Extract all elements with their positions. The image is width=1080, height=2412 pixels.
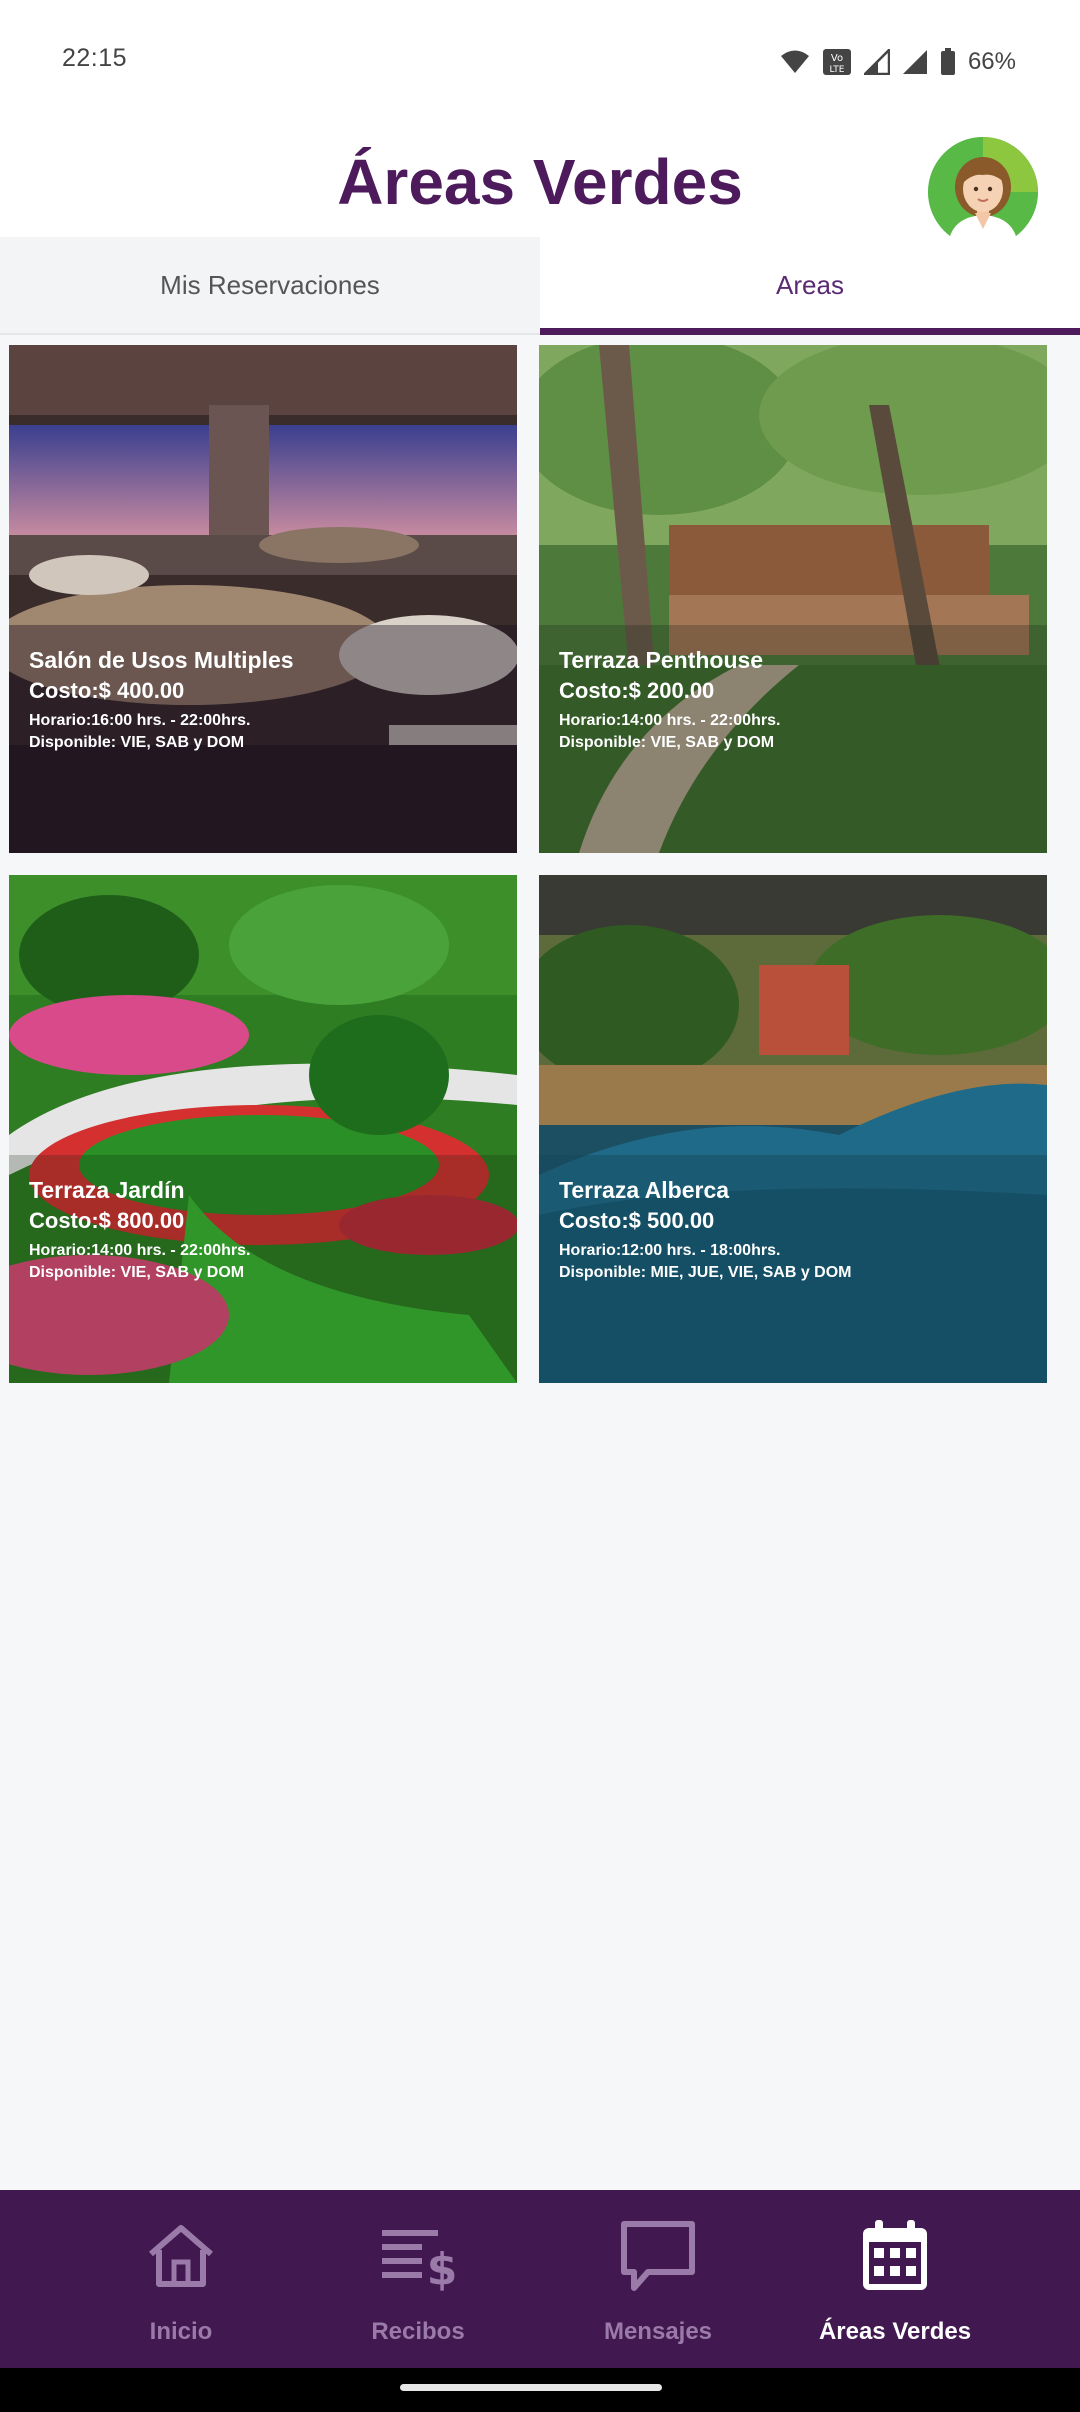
status-icons: Vo LTE 66% <box>780 44 1016 80</box>
area-name: Terraza Jardín <box>29 1177 185 1203</box>
area-cost: Costo:$ 800.00 <box>29 1208 185 1233</box>
receipts-icon: $ <box>382 2230 458 2295</box>
system-navigation-bar <box>0 2368 1080 2412</box>
svg-text:Vo: Vo <box>831 53 843 64</box>
battery-icon <box>940 48 955 75</box>
area-days: Disponible: VIE, SAB y DOM <box>29 1264 245 1281</box>
area-name: Terraza Alberca <box>559 1177 730 1203</box>
volte-icon: Vo LTE <box>822 49 851 75</box>
wifi-icon <box>780 50 809 73</box>
area-days: Disponible: VIE, SAB y DOM <box>559 734 775 751</box>
tab-areas[interactable]: Areas <box>540 237 1080 335</box>
area-hours: Horario:12:00 hrs. - 18:00hrs. <box>559 1242 781 1259</box>
home-gesture-bar[interactable] <box>400 2384 662 2391</box>
nav-label: Áreas Verdes <box>818 2318 972 2345</box>
signal-icon <box>902 50 927 74</box>
tab-mis-reservaciones[interactable]: Mis Reservaciones <box>0 237 540 333</box>
card-info: Terraza Jardín Costo:$ 800.00 Horario:14… <box>29 1177 250 1284</box>
calendar-icon <box>863 2220 927 2290</box>
tab-bar: Mis Reservaciones Areas <box>0 237 1080 335</box>
status-bar: 22:15 Vo LTE 66% <box>0 0 1080 125</box>
nav-label: Inicio <box>149 2318 213 2345</box>
bottom-nav: Inicio $ Recibos Mensajes Áreas Verdes <box>0 2190 1080 2368</box>
area-card-salon[interactable]: Salón de Usos Multiples Costo:$ 400.00 H… <box>9 345 517 853</box>
tab-indicator <box>540 328 1080 335</box>
area-card-penthouse[interactable]: Terraza Penthouse Costo:$ 200.00 Horario… <box>539 345 1047 853</box>
nav-item-recibos[interactable]: $ Recibos <box>298 2190 538 2368</box>
nav-item-areas-verdes[interactable]: Áreas Verdes <box>775 2190 1015 2368</box>
user-avatar-icon[interactable] <box>928 137 1038 247</box>
area-hours: Horario:14:00 hrs. - 22:00hrs. <box>29 1242 251 1259</box>
area-hours: Horario:14:00 hrs. - 22:00hrs. <box>559 712 781 729</box>
area-cost: Costo:$ 500.00 <box>559 1208 715 1233</box>
area-cost: Costo:$ 400.00 <box>29 678 185 703</box>
signal-icon <box>863 49 890 75</box>
header: Áreas Verdes <box>0 125 1080 247</box>
nav-item-mensajes[interactable]: Mensajes <box>538 2190 778 2368</box>
area-name: Terraza Penthouse <box>559 647 764 673</box>
card-info: Terraza Penthouse Costo:$ 200.00 Horario… <box>559 647 780 754</box>
page-title: Áreas Verdes <box>337 146 743 218</box>
svg-text:LTE: LTE <box>829 65 844 75</box>
area-days: Disponible: MIE, JUE, VIE, SAB y DOM <box>559 1264 852 1281</box>
home-icon <box>149 2225 213 2287</box>
svg-text:$: $ <box>427 2244 458 2295</box>
battery-percent: 66% <box>967 48 1016 75</box>
area-hours: Horario:16:00 hrs. - 22:00hrs. <box>29 712 251 729</box>
nav-label: Mensajes <box>603 2318 713 2345</box>
tab-label: Mis Reservaciones <box>160 269 380 300</box>
tab-label: Areas <box>776 269 844 300</box>
status-time: 22:15 <box>62 44 128 72</box>
nav-item-inicio[interactable]: Inicio <box>61 2190 301 2368</box>
card-info: Salón de Usos Multiples Costo:$ 400.00 H… <box>29 647 294 754</box>
area-cost: Costo:$ 200.00 <box>559 678 715 703</box>
area-days: Disponible: VIE, SAB y DOM <box>29 734 245 751</box>
area-name: Salón de Usos Multiples <box>29 647 294 673</box>
message-icon <box>621 2221 695 2291</box>
area-card-jardin[interactable]: Terraza Jardín Costo:$ 800.00 Horario:14… <box>9 875 517 1383</box>
area-card-alberca[interactable]: Terraza Alberca Costo:$ 500.00 Horario:1… <box>539 875 1047 1383</box>
card-info: Terraza Alberca Costo:$ 500.00 Horario:1… <box>559 1177 851 1284</box>
nav-label: Recibos <box>371 2318 465 2345</box>
